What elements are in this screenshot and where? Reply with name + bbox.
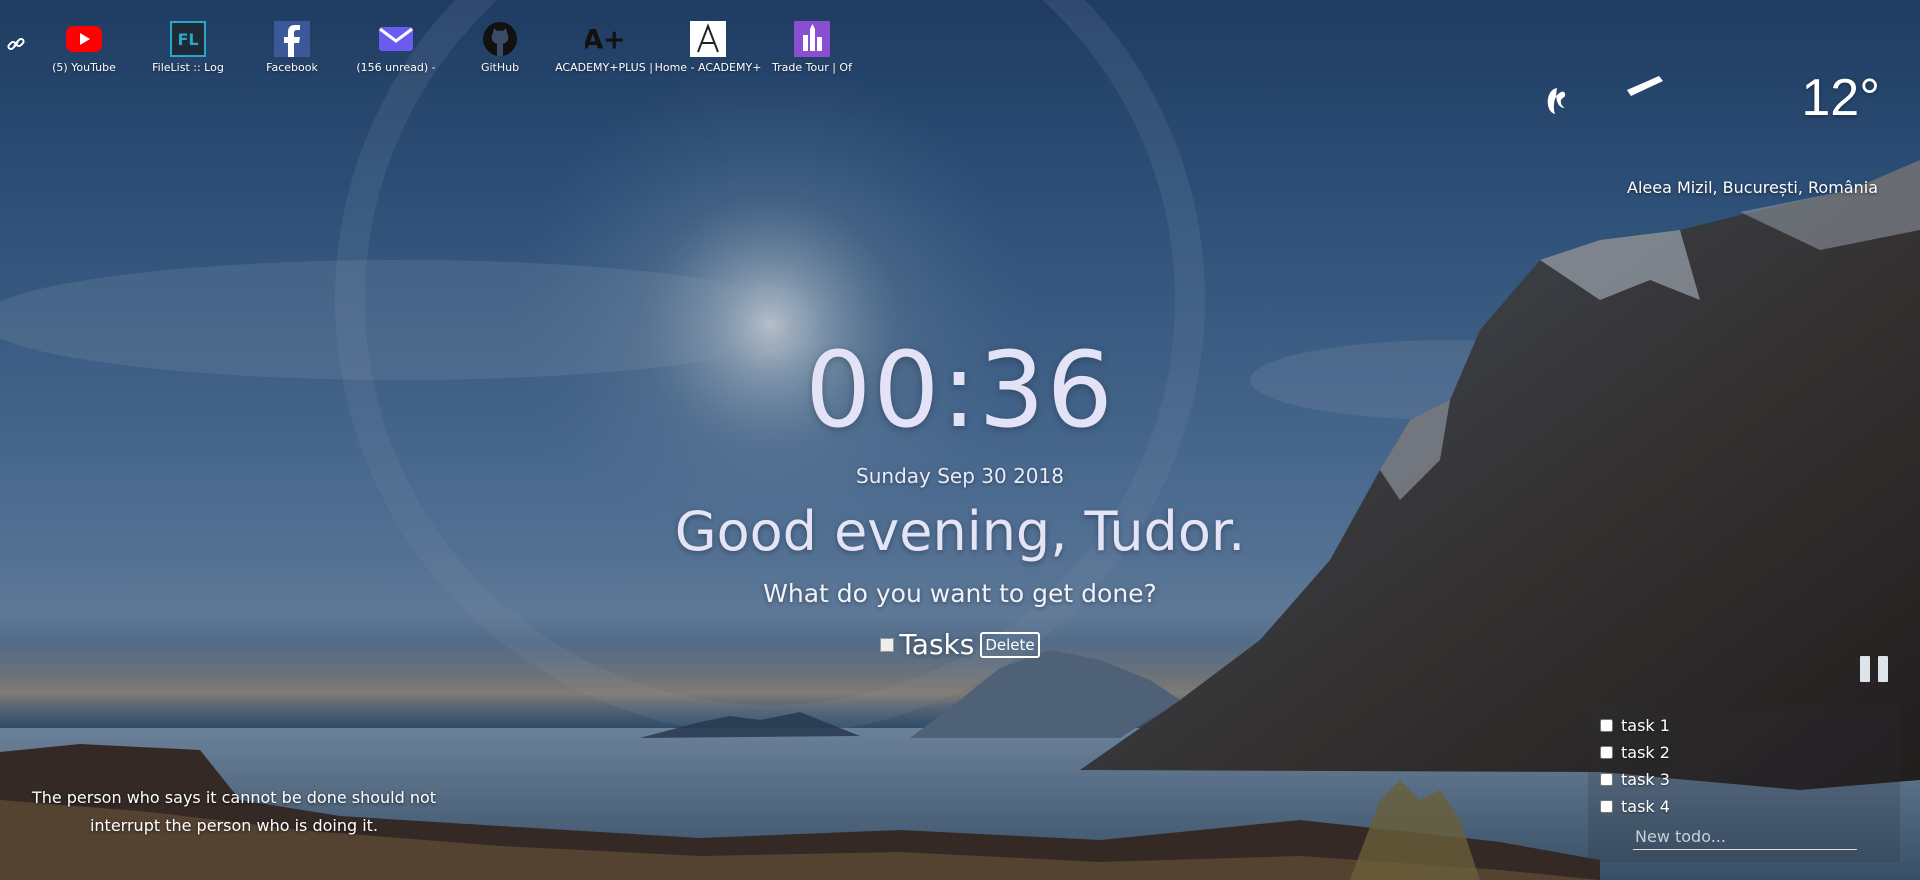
focus-checkbox[interactable] (880, 637, 895, 652)
pause-icon[interactable] (1860, 656, 1888, 682)
todo-item-label: task 3 (1621, 770, 1670, 789)
bookmark-label: Home - ACADEMY+ (654, 61, 762, 74)
filelist-icon: FL (169, 20, 207, 58)
bookmark-mail[interactable]: (156 unread) - (344, 20, 448, 80)
bookmark-facebook[interactable]: Facebook (240, 20, 344, 80)
delete-button[interactable]: Delete (980, 631, 1040, 658)
bookmark-filelist[interactable]: FL FileList :: Log (136, 20, 240, 80)
todo-item: task 2 (1600, 739, 1900, 766)
todo-panel: task 1 task 2 task 3 task 4 (1588, 706, 1900, 862)
svg-text:A+: A+ (585, 25, 623, 56)
todo-checkbox[interactable] (1600, 746, 1613, 759)
bookmark-label: GitHub (480, 61, 520, 74)
clock-date: Sunday Sep 30 2018 (856, 464, 1064, 488)
focus-question: What do you want to get done? (763, 579, 1157, 608)
bookmark-label: (5) YouTube (52, 61, 116, 74)
bookmark-label: Facebook (266, 61, 318, 74)
mail-icon (377, 20, 415, 58)
weather-location: Aleea Mizil, București, România (1627, 178, 1878, 197)
bookmark-github[interactable]: GitHub (448, 20, 552, 80)
bookmark-label: (156 unread) - (356, 61, 436, 74)
todo-item-label: task 2 (1621, 743, 1670, 762)
links-icon[interactable] (4, 34, 28, 58)
clock-time: 00:36 (805, 329, 1115, 451)
facebook-icon (273, 20, 311, 58)
bookmark-label: Trade Tour | Of (772, 61, 852, 74)
quote-text: The person who says it cannot be done sh… (31, 788, 437, 835)
academy-plus-icon: A+ (585, 20, 623, 58)
todo-item: task 1 (1600, 712, 1900, 739)
todo-item: task 4 (1600, 793, 1900, 820)
bookmarks-bar: (5) YouTube FL FileList :: Log Facebook … (32, 20, 864, 80)
greeting-text: Good evening, Tudor. (674, 500, 1246, 563)
todo-item-label: task 1 (1621, 716, 1670, 735)
todo-checkbox[interactable] (1600, 773, 1613, 786)
bookmark-academy-plus[interactable]: A+ ACADEMY+PLUS | (552, 20, 656, 80)
todo-item-label: task 4 (1621, 797, 1670, 816)
bookmark-label: ACADEMY+PLUS | (555, 61, 653, 74)
new-todo-input[interactable] (1633, 824, 1857, 850)
focus-task-text: Tasks (899, 628, 975, 661)
todo-list: task 1 task 2 task 3 task 4 (1588, 706, 1900, 820)
weather-moon-icon (1535, 68, 1795, 128)
weather-widget: 12° (1535, 68, 1880, 128)
academy-home-icon (689, 20, 727, 58)
bookmark-academy-home[interactable]: Home - ACADEMY+ (654, 20, 762, 80)
focus-task-row: Tasks Delete (880, 628, 1040, 661)
youtube-icon (65, 20, 103, 58)
bookmark-trade-tour[interactable]: Trade Tour | Of (760, 20, 864, 80)
trade-tour-icon (793, 20, 831, 58)
github-icon (481, 20, 519, 58)
todo-item: task 3 (1600, 766, 1900, 793)
svg-text:FL: FL (177, 30, 198, 49)
bookmark-label: FileList :: Log (152, 61, 224, 74)
weather-temperature: 12° (1801, 69, 1880, 127)
todo-checkbox[interactable] (1600, 800, 1613, 813)
bookmark-youtube[interactable]: (5) YouTube (32, 20, 136, 80)
main-center: 00:36 Sunday Sep 30 2018 Good evening, T… (0, 330, 1920, 661)
todo-checkbox[interactable] (1600, 719, 1613, 732)
